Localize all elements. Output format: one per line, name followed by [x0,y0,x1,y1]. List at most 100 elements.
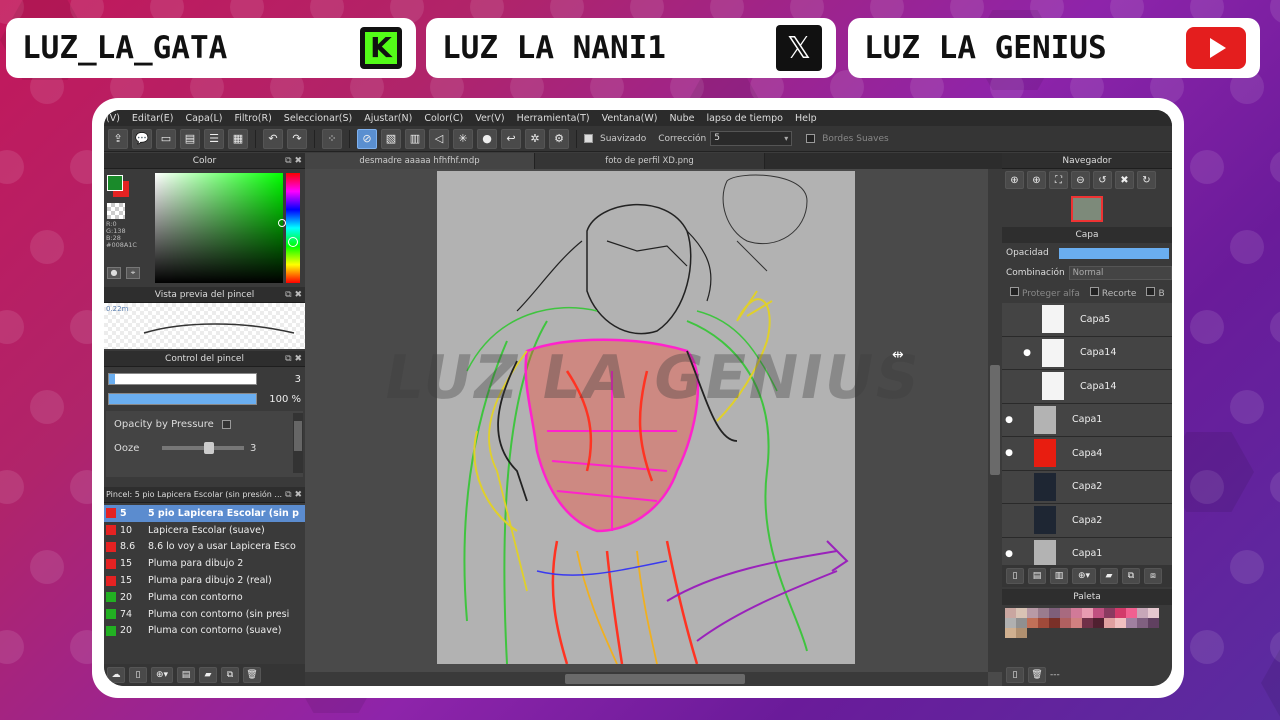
smoothing-checkbox[interactable] [584,134,593,143]
b-checkbox[interactable] [1146,287,1156,296]
panel-close-icon[interactable]: ⧉ ✖ [285,490,302,500]
palette-swatch[interactable] [1137,608,1148,618]
snap-curve-icon[interactable]: ↩ [501,128,521,149]
new-palette-icon[interactable]: ▯ [1006,667,1024,683]
transparent-color-swatch[interactable] [107,203,125,219]
palette-more[interactable]: --- [1050,670,1060,680]
palette-swatch[interactable] [1016,628,1027,638]
brush-opacity-slider[interactable]: 100 % [108,391,301,407]
palette-swatch[interactable] [1005,608,1016,618]
layer-row[interactable]: ● Capa14 [1002,336,1172,370]
palette-swatch[interactable] [1126,608,1137,618]
palette-swatch[interactable] [1148,618,1159,628]
undo-icon[interactable]: ↶ [263,128,283,149]
palette-swatch[interactable] [1071,608,1082,618]
panel-close-icon[interactable]: ⧉ ✖ [285,156,302,166]
zoom-in-icon[interactable]: ⊕ [1005,171,1024,189]
palette-swatch[interactable] [1027,618,1038,628]
primary-color-swatch[interactable] [107,175,123,191]
palette-swatch[interactable] [1049,608,1060,618]
page-icon[interactable]: ▤ [180,128,200,149]
snap-parallel-icon[interactable]: ▧ [381,128,401,149]
layer-row[interactable]: Capa5 [1002,303,1172,337]
correction-select[interactable]: 5 [710,131,793,146]
menu-item[interactable]: Filtro(R) [234,113,271,124]
ooze-slider[interactable] [162,442,244,454]
palette-swatch[interactable] [1093,618,1104,628]
palette-swatch[interactable] [1115,618,1126,628]
layer-visibility-icon[interactable]: ● [1002,448,1016,458]
palette-swatch[interactable] [1038,608,1049,618]
zoom-in-more-icon[interactable]: ⊕ [1027,171,1046,189]
redo-icon[interactable]: ↷ [287,128,307,149]
layer-row[interactable]: Capa2 [1002,504,1172,538]
snap-grid-icon[interactable]: ▥ [405,128,425,149]
grid-icon[interactable]: ▦ [228,128,248,149]
tab-document-2[interactable]: foto de perfil XD.png [535,153,765,169]
rotate-left-icon[interactable]: ↺ [1093,171,1112,189]
palette-swatch[interactable] [1027,608,1038,618]
palette-swatch[interactable] [1082,608,1093,618]
delete-palette-icon[interactable]: 🗑 [1028,667,1046,683]
tab-document-1[interactable]: desmadre aaaaa hfhfhf.mdp [305,153,535,169]
palette-swatch[interactable] [1126,618,1137,628]
palette-swatch[interactable] [1104,608,1115,618]
layer-visibility-icon[interactable]: ● [1002,549,1016,559]
palette-swatch[interactable] [1104,618,1115,628]
options-scrollbar[interactable] [293,413,303,473]
palette-swatch[interactable] [1016,618,1027,628]
ooze-slider-handle[interactable] [204,442,214,454]
add-layer-dropdown-icon[interactable]: ⊕▾ [1072,568,1096,584]
brush-list-item[interactable]: 20 Pluma con contorno [104,589,305,606]
fit-icon[interactable]: ⛶ [1049,171,1068,189]
brush-list-item[interactable]: 5 5 pio Lapicera Escolar (sin p [104,505,305,522]
palette-swatch[interactable] [1060,608,1071,618]
layer-row[interactable]: Capa14 [1002,370,1172,404]
copy-icon[interactable]: ⧉ [221,667,239,683]
color-picker-cursor[interactable] [278,219,286,227]
chat-icon[interactable]: ▭ [156,128,176,149]
brush-list-item[interactable]: 10 Lapicera Escolar (suave) [104,522,305,539]
navigator-thumbnail[interactable] [1002,191,1172,227]
brush-list-item[interactable]: 15 Pluma para dibujo 2 [104,555,305,572]
new-layer-8bit-icon[interactable]: ▤ [1028,568,1046,584]
hue-cursor[interactable] [288,237,298,247]
layer-row[interactable]: ● Capa1 [1002,403,1172,437]
brush-size-slider[interactable]: 3 [108,371,301,387]
menu-item[interactable]: Ver(V) [475,113,504,124]
rotate-right-icon[interactable]: ↻ [1137,171,1156,189]
eyedropper-icon[interactable]: ⌖ [126,267,140,279]
list-icon[interactable]: ☰ [204,128,224,149]
clip-checkbox[interactable] [1089,287,1099,296]
zoom-out-icon[interactable]: ⊖ [1071,171,1090,189]
comment-icon[interactable]: 💬 [132,128,152,149]
panel-close-icon[interactable]: ⧉ ✖ [285,290,302,300]
opacity-pressure-checkbox[interactable] [221,419,231,429]
brush-list-item[interactable]: 8.6 8.6 lo voy a usar Lapicera Esco [104,539,305,556]
menu-item[interactable]: Seleccionar(S) [284,113,352,124]
new-layer-1bit-icon[interactable]: ▥ [1050,568,1068,584]
canvas-horizontal-scrollbar[interactable] [305,672,988,686]
layer-opacity-slider[interactable] [1058,247,1169,259]
gear-icon[interactable]: ⚙ [549,128,569,149]
folder-icon[interactable]: ▰ [199,667,217,683]
layer-visibility-icon[interactable]: ● [1020,348,1034,358]
menu-item[interactable]: Nube [669,113,694,124]
snap-circle-icon[interactable]: ● [477,128,497,149]
palette-swatch[interactable] [1049,618,1060,628]
layer-visibility-icon[interactable]: ● [1002,415,1016,425]
brush-list-item[interactable]: 15 Pluma para dibujo 2 (real) [104,572,305,589]
palette-swatch[interactable] [1005,618,1016,628]
palette-swatch[interactable] [1093,608,1104,618]
menu-item[interactable]: lapso de tiempo [706,113,782,124]
new-brush-icon[interactable]: ▯ [129,667,147,683]
saturation-value-picker[interactable] [155,173,286,283]
layer-row[interactable]: ● Capa4 [1002,437,1172,471]
palette-swatch[interactable] [1115,608,1126,618]
cloud-brush-icon[interactable]: ☁ [107,667,125,683]
brush-settings-icon[interactable]: ▤ [177,667,195,683]
panel-close-icon[interactable]: ⧉ ✖ [285,354,302,364]
palette-swatch[interactable] [1060,618,1071,628]
brush-list-item[interactable]: 20 Pluma con contorno (suave) [104,623,305,640]
menu-item[interactable]: Capa(L) [185,113,222,124]
